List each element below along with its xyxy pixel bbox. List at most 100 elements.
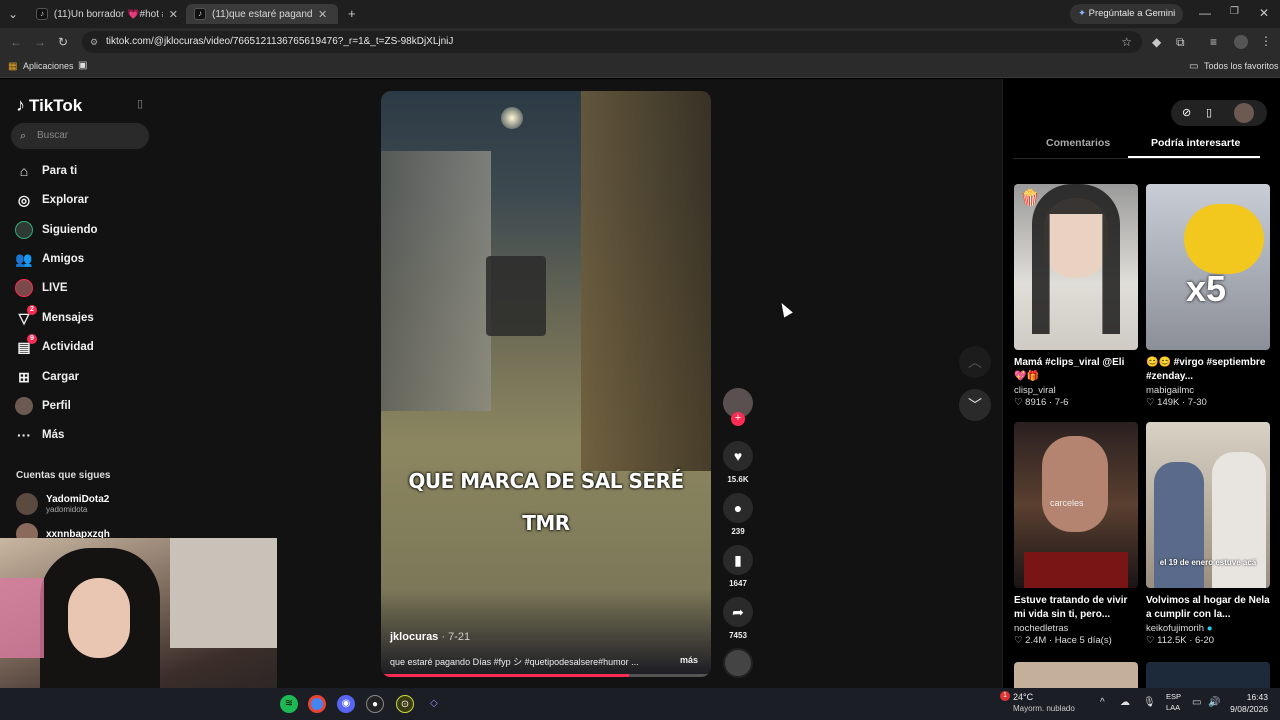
close-window-icon[interactable]: ✕ [1259, 6, 1269, 20]
suggested-video-card[interactable]: 🍿 Mamá #clips_viral @Eli 💖🎁 clisp_viral … [1014, 184, 1138, 408]
volume-icon[interactable]: 🔊 [1208, 697, 1220, 708]
nav-perfil[interactable]: Perfil [14, 395, 71, 417]
media-icon[interactable]: ≡ [1210, 35, 1217, 49]
new-tab-button[interactable]: + [348, 6, 356, 21]
suggested-video-card[interactable]: el 19 de enero estuve acá Volvimos al ho… [1146, 422, 1270, 646]
activity-badge: 9 [27, 334, 37, 344]
more-link[interactable]: más [680, 655, 698, 665]
site-info-icon[interactable]: ⚙ [90, 31, 98, 53]
nav-amigos[interactable]: 👥 Amigos [14, 248, 84, 270]
app-icon[interactable]: ● [366, 695, 384, 713]
nav-label: Amigos [42, 253, 85, 265]
more-icon: ··· [17, 427, 31, 443]
popcorn-icon: 🍿 [1020, 190, 1040, 207]
nav-mensajes[interactable]: ▽ 2 Mensajes [14, 305, 94, 329]
gemini-icon: ✦ [1078, 8, 1089, 19]
bookmark-star-icon[interactable]: ☆ [1121, 31, 1132, 53]
like-button[interactable]: ♥ 15.6K [722, 441, 754, 484]
mic-icon[interactable]: 🎙 [1143, 697, 1156, 708]
followed-account[interactable]: YadomiDota2 yadomidota [16, 493, 109, 515]
thumbnail-face [1042, 436, 1108, 532]
monitor-icon[interactable]: ▭ [1192, 697, 1201, 708]
creator-avatar-button[interactable]: + [722, 388, 754, 426]
tab-suggested[interactable]: Podría interesarte [1151, 137, 1240, 149]
browser-tab-1[interactable]: ♪ (11)Un borrador 💗#hot #baile ✕ [28, 4, 178, 24]
card-user[interactable]: nochedletras [1014, 623, 1138, 634]
video-author[interactable]: jklocuras · 7-21 [390, 631, 470, 643]
tiktok-logo[interactable]: ♪ TikTok [16, 95, 82, 116]
gemini-label: Pregúntale a Gemini [1088, 8, 1176, 19]
nav-live[interactable]: LIVE [14, 277, 68, 299]
thumbnail-shirt [1024, 552, 1128, 588]
search-placeholder: Buscar [37, 130, 69, 141]
menu-icon[interactable]: ⋮ [1260, 34, 1272, 48]
chevron-up-icon[interactable]: ^ [1100, 697, 1105, 708]
close-tab-icon[interactable]: ✕ [169, 8, 178, 21]
puzzle-icon[interactable]: ⧉ [1176, 35, 1185, 50]
url-field[interactable]: ⚙ tiktok.com/@jklocuras/video/7665121136… [82, 31, 1142, 53]
nav-cargar[interactable]: ⊞ Cargar [14, 366, 79, 388]
comment-count: 239 [731, 527, 745, 536]
all-bookmarks-link[interactable]: Todos los favoritos [1204, 61, 1279, 71]
app-icon[interactable]: ⊙ [396, 695, 414, 713]
back-icon[interactable]: ← [10, 35, 22, 49]
device-icon[interactable]: ▯ [1206, 106, 1212, 119]
clock-date[interactable]: 9/08/2026 [1226, 704, 1268, 714]
tab-comments[interactable]: Comentarios [1046, 137, 1110, 149]
discord-icon[interactable]: ◉ [337, 695, 355, 713]
nav-para-ti[interactable]: ⌂ Para ti [14, 160, 77, 182]
browser-tab-2[interactable]: ♪ (11)que estaré pagando Dío ✕ [186, 4, 338, 24]
card-user[interactable]: mabigailmc [1146, 385, 1270, 396]
collapse-sidebar-icon[interactable]: ▯ [137, 97, 143, 110]
next-video-button[interactable]: ﹀ [959, 389, 991, 421]
clock-time[interactable]: 16:43 [1226, 692, 1268, 702]
nav-siguiendo[interactable]: Siguiendo [14, 219, 98, 241]
suggested-video-card[interactable]: x5 😊😊 #virgo #septiembre #zenday... mabi… [1146, 184, 1270, 408]
search-input[interactable]: ⌕ Buscar [11, 123, 149, 149]
extension-icon[interactable]: ◆ [1152, 35, 1161, 49]
video-frame-wall [381, 151, 491, 411]
card-user[interactable]: clisp_viral [1014, 385, 1138, 396]
weather-desc[interactable]: Mayorm. nublado [1013, 704, 1075, 713]
app-icon[interactable]: ◇ [425, 695, 443, 713]
forward-icon[interactable]: → [34, 35, 46, 49]
compass-icon[interactable]: ⊘ [1182, 106, 1191, 119]
profile-avatar[interactable] [1234, 35, 1248, 49]
logo-text: TikTok [29, 95, 83, 115]
thumbnail-person [1154, 462, 1204, 588]
previous-video-button[interactable]: ︿ [959, 346, 991, 378]
card-user[interactable]: keikofujimorih ● [1146, 623, 1270, 634]
nav-actividad[interactable]: ▤ 9 Actividad [14, 334, 94, 358]
spotify-icon[interactable]: ≋ [280, 695, 298, 713]
reload-icon[interactable]: ↻ [58, 35, 68, 49]
weather-temp[interactable]: 24°C [1013, 692, 1033, 702]
nav-label: Perfil [42, 400, 71, 412]
nav-mas[interactable]: ··· Más [14, 424, 64, 446]
account-handle: yadomidota [46, 505, 88, 514]
tab-list-icon[interactable]: ⌄ [8, 7, 18, 21]
tab-groups-icon[interactable]: ▣ [78, 60, 87, 71]
sound-disc-button[interactable] [722, 648, 754, 678]
video-player[interactable]: QUE MARCA DE SAL SERÉ TMR jklocuras · 7-… [381, 91, 711, 677]
apps-link[interactable]: Aplicaciones [23, 61, 74, 71]
restore-icon[interactable]: ❐ [1230, 6, 1239, 17]
user-avatar[interactable] [1234, 103, 1254, 123]
minimize-icon[interactable]: — [1199, 6, 1211, 20]
video-progress-bar[interactable] [381, 674, 711, 677]
cloud-icon[interactable]: ☁ [1120, 697, 1130, 708]
follow-plus-icon[interactable]: + [731, 412, 745, 426]
chrome-icon[interactable] [308, 695, 326, 713]
card-meta: ♡ 149K · 7-30 [1146, 397, 1207, 408]
close-tab-icon[interactable]: ✕ [318, 8, 327, 21]
nav-explorar[interactable]: ◎ Explorar [14, 189, 89, 211]
following-icon [14, 220, 34, 240]
suggested-video-card-partial[interactable] [1146, 662, 1270, 688]
language-primary[interactable]: ESP [1166, 692, 1181, 701]
gemini-button[interactable]: ✦ Pregúntale a Gemini [1070, 4, 1184, 24]
save-button[interactable]: ▮ 1647 [722, 545, 754, 588]
comment-button[interactable]: ● 239 [722, 493, 754, 536]
suggested-video-card-partial[interactable] [1014, 662, 1138, 688]
suggested-video-card[interactable]: carceles Estuve tratando de vivir mi vid… [1014, 422, 1138, 646]
language-secondary[interactable]: LAA [1166, 703, 1180, 712]
share-button[interactable]: ➦ 7453 [722, 597, 754, 640]
